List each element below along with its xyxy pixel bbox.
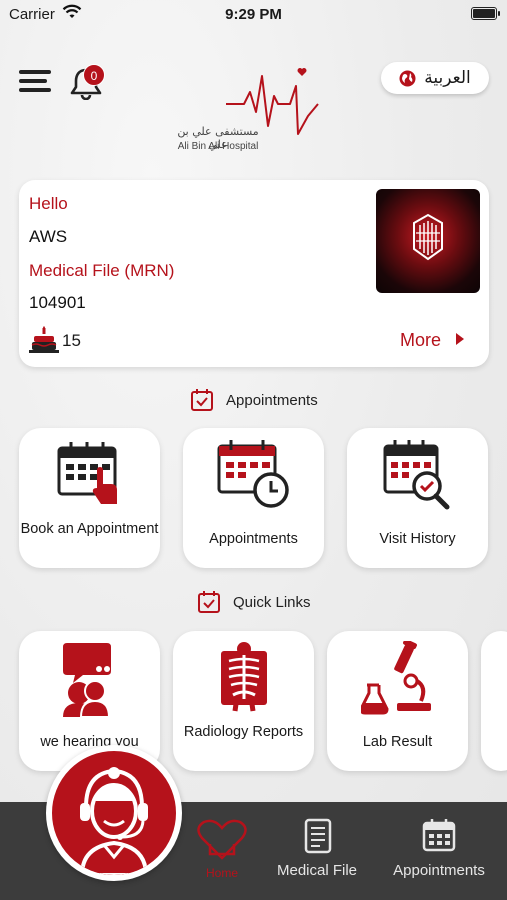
quick-links-section-title: Quick Links	[197, 590, 311, 614]
document-icon	[304, 818, 332, 854]
feedback-chat-icon	[63, 643, 111, 717]
visit-history-tile[interactable]: Visit History	[347, 428, 488, 568]
tab-home[interactable]: Home	[190, 802, 254, 900]
logo-english-text: Ali Bin Ali Hospital	[177, 141, 259, 152]
tab-medical-file-label: Medical File	[276, 862, 358, 879]
birthday-cake-icon	[29, 326, 59, 353]
book-appointment-icon	[57, 442, 117, 504]
appointments-tile[interactable]: Appointments	[183, 428, 324, 568]
radiology-tile[interactable]: Radiology Reports	[173, 631, 314, 771]
language-label: العربية	[424, 68, 471, 88]
appointments-label: Appointments	[209, 531, 298, 547]
more-button[interactable]: More	[400, 330, 441, 351]
visit-history-label: Visit History	[379, 531, 456, 547]
notification-badge: 0	[83, 64, 105, 86]
age-value: 15	[62, 331, 81, 350]
xray-icon	[221, 642, 267, 712]
emblem-icon	[413, 213, 443, 261]
radiology-label: Radiology Reports	[183, 724, 304, 740]
battery-icon	[471, 7, 500, 20]
appointments-section-title: Appointments	[190, 388, 318, 412]
tab-medical-file[interactable]: Medical File	[272, 802, 362, 900]
greeting-label: Hello	[29, 194, 68, 213]
tab-appointments[interactable]: Appointments	[384, 802, 494, 900]
home-heart-icon	[197, 819, 247, 860]
calendar-check-icon	[191, 389, 213, 411]
book-appointment-tile[interactable]: Book an Appointment	[19, 428, 160, 568]
quick-links-section-label: Quick Links	[233, 593, 311, 611]
language-button[interactable]: العربية	[381, 62, 489, 94]
tab-home-label: Home	[205, 866, 238, 880]
patient-name: AWS	[29, 227, 68, 246]
globe-icon	[399, 70, 416, 86]
calendar-icon	[422, 819, 456, 852]
book-appointment-label: Book an Appointment	[20, 521, 159, 537]
microscope-icon	[361, 641, 431, 715]
support-agent-icon	[79, 767, 149, 875]
patient-photo	[376, 189, 480, 293]
appointments-section-label: Appointments	[226, 391, 318, 409]
chevron-right-icon[interactable]	[456, 333, 464, 345]
mrn-label: Medical File (MRN)	[29, 261, 175, 280]
calendar-check-icon	[198, 591, 220, 613]
menu-icon[interactable]	[19, 70, 51, 92]
status-bar: Carrier 9:29 PM	[0, 0, 507, 28]
calendar-search-icon	[383, 440, 450, 510]
calendar-clock-icon	[217, 440, 289, 508]
lab-result-tile[interactable]: Lab Result	[327, 631, 468, 771]
next-quick-link-tile[interactable]	[481, 631, 507, 771]
support-agent-button[interactable]	[46, 745, 182, 881]
patient-card: Hello AWS Medical File (MRN) 104901 15 M…	[19, 180, 489, 367]
clock: 9:29 PM	[225, 6, 282, 23]
lab-result-label: Lab Result	[362, 734, 433, 750]
mrn-value: 104901	[29, 293, 86, 312]
tab-appointments-label: Appointments	[393, 862, 485, 879]
